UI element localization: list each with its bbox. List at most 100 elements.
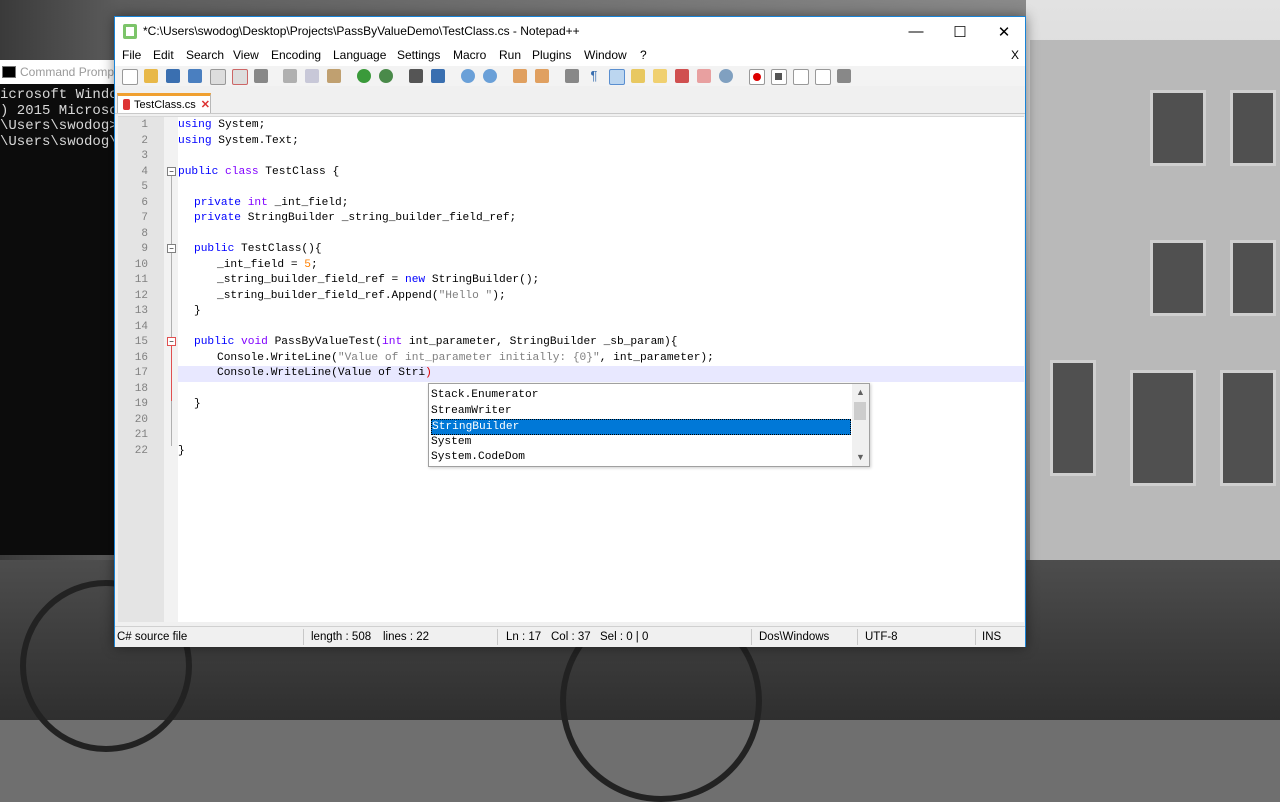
menu-plugins[interactable]: Plugins [532,48,571,62]
line-number: 18 [134,382,148,395]
menu-run[interactable]: Run [499,48,521,62]
title-bar[interactable]: *C:\Users\swodog\Desktop\Projects\PassBy… [115,17,1025,46]
building-window [1230,90,1276,166]
menu-file[interactable]: File [122,48,141,62]
sync-vertical-icon[interactable] [513,69,527,83]
undo-icon[interactable] [357,69,371,83]
scroll-up-icon[interactable]: ▲ [856,387,865,397]
fold-toggle[interactable]: − [167,167,176,176]
line-number: 13 [134,305,148,317]
indent-guide-icon[interactable] [609,69,625,85]
autocomplete-item-selected[interactable]: StringBuilder [431,419,851,435]
new-file-icon[interactable] [122,69,138,85]
menu-window[interactable]: Window [584,48,627,62]
building-window [1130,370,1196,486]
menu-search[interactable]: Search [186,48,224,62]
minimize-button[interactable]: — [893,17,939,46]
code-line: } [194,398,201,410]
status-divider [975,629,976,645]
menu-view[interactable]: View [233,48,259,62]
user-language-icon[interactable] [631,69,645,83]
menu-bar: File Edit Search View Encoding Language … [115,46,1025,66]
cut-icon[interactable] [283,69,297,83]
status-divider [857,629,858,645]
background-photo-building [1030,40,1280,640]
fold-toggle[interactable]: − [167,337,176,346]
close-all-icon[interactable] [232,69,248,85]
scroll-thumb[interactable] [854,402,866,420]
status-column: Col : 37 [551,631,591,643]
code-text[interactable]: using System; using System.Text; public … [178,117,1024,622]
doc-map-icon[interactable] [653,69,667,83]
console-line: \Users\swodog> [0,119,118,134]
fold-guide-active [171,346,172,401]
menu-language[interactable]: Language [333,48,386,62]
paste-icon[interactable] [327,69,341,83]
status-length: length : 508 [311,631,372,643]
autocomplete-item[interactable]: System [431,435,851,451]
status-insert-mode: INS [982,631,1002,643]
close-file-icon[interactable] [210,69,226,85]
autocomplete-item[interactable]: Stack.Enumerator [431,388,851,404]
code-editor[interactable]: − − − 1 2 3 4 5 6 7 8 9 10 11 12 13 14 15 16 17 18 19 20 21 2… [118,116,1024,622]
console-line: ) 2015 Microsof [0,103,118,119]
scroll-down-icon[interactable]: ▼ [856,452,865,462]
autocomplete-item[interactable]: StreamWriter [431,404,851,420]
play-macro-icon[interactable] [793,69,809,85]
zoom-out-icon[interactable] [483,69,497,83]
menu-macro[interactable]: Macro [453,48,486,62]
folder-workspace-icon[interactable] [697,69,711,83]
word-wrap-icon[interactable] [565,69,579,83]
monitoring-icon[interactable] [719,69,733,83]
code-line: _string_builder_field_ref.Append("Hello … [217,289,506,302]
line-number: 20 [134,413,148,426]
status-bar: C# source file length : 508 lines : 22 L… [115,626,1025,647]
find-icon[interactable] [409,69,423,83]
stop-macro-icon[interactable] [771,69,787,85]
menu-settings[interactable]: Settings [397,48,440,62]
autocomplete-item[interactable]: System.CodeDom [431,450,851,466]
save-all-icon[interactable] [188,69,202,83]
run-macro-multiple-icon[interactable] [815,69,831,85]
status-lines: lines : 22 [383,631,430,643]
close-document-button[interactable]: X [1011,48,1019,62]
command-prompt-titlebar[interactable]: Command Prompt [0,60,118,84]
record-macro-icon[interactable] [749,69,765,85]
redo-icon[interactable] [379,69,393,83]
open-file-icon[interactable] [144,69,158,83]
tab-testclass[interactable]: TestClass.cs ✕ [117,93,211,113]
toolbar: ¶ [115,66,1025,86]
maximize-button[interactable]: ☐ [937,17,983,46]
line-number: 4 [141,165,148,178]
autocomplete-scrollbar[interactable]: ▲ ▼ [852,384,869,466]
save-macro-icon[interactable] [837,69,851,83]
copy-icon[interactable] [305,69,319,83]
menu-edit[interactable]: Edit [153,48,174,62]
autocomplete-popup[interactable]: Stack.Enumerator StreamWriter StringBuil… [428,383,870,467]
command-prompt-window[interactable]: Command Prompt icrosoft Windows ) 2015 M… [0,60,118,555]
replace-icon[interactable] [431,69,445,83]
status-selection: Sel : 0 | 0 [600,631,649,643]
menu-encoding[interactable]: Encoding [271,48,321,62]
tab-close-icon[interactable]: ✕ [201,98,210,111]
command-prompt-icon [2,66,16,78]
line-number: 2 [141,134,148,147]
zoom-in-icon[interactable] [461,69,475,83]
print-icon[interactable] [254,69,268,83]
save-icon[interactable] [166,69,180,83]
fold-toggle[interactable]: − [167,244,176,253]
notepadpp-window[interactable]: *C:\Users\swodog\Desktop\Projects\PassBy… [114,16,1026,647]
menu-help[interactable]: ? [640,48,647,62]
line-number: 12 [134,289,148,302]
status-divider [497,629,498,645]
code-line: public void PassByValueTest(int int_para… [194,336,678,348]
line-number: 7 [141,212,148,224]
function-list-icon[interactable] [675,69,689,83]
show-all-characters-icon[interactable]: ¶ [587,69,601,83]
status-divider [303,629,304,645]
line-number: 15 [134,336,148,348]
close-button[interactable]: ✕ [981,17,1027,46]
sync-horizontal-icon[interactable] [535,69,549,83]
code-line: private StringBuilder _string_builder_fi… [194,212,517,224]
code-line: Console.WriteLine("Value of int_paramete… [217,351,714,364]
